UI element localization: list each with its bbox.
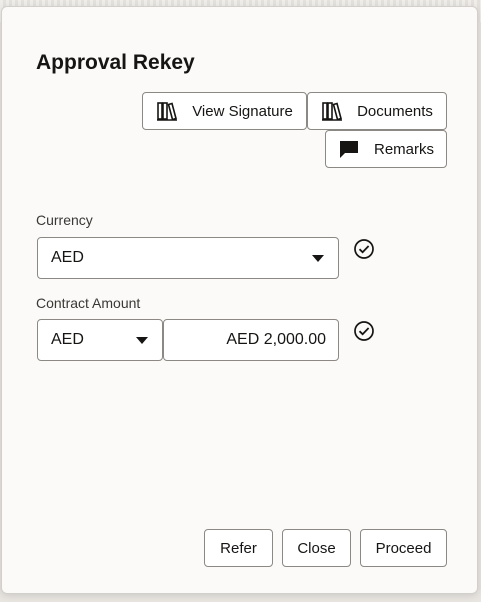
books-icon [156,100,178,122]
refer-button[interactable]: Refer [204,529,273,567]
contract-amount-currency-select[interactable]: AED [37,319,163,361]
caret-down-icon [312,255,324,262]
approval-rekey-dialog: Approval Rekey View Signature Documents [1,6,478,594]
contract-amount-currency-value: AED [51,331,84,348]
remarks-button[interactable]: Remarks [325,130,447,168]
currency-label: Currency [36,212,93,228]
close-button[interactable]: Close [282,529,351,567]
speech-bubble-icon [338,138,360,160]
dialog-title: Approval Rekey [36,51,195,74]
check-circle-icon [354,321,374,341]
proceed-button[interactable]: Proceed [360,529,447,567]
books-icon [321,100,343,122]
check-circle-icon [354,239,374,259]
view-signature-button[interactable]: View Signature [142,92,307,130]
contract-amount-input[interactable] [163,319,339,361]
contract-amount-label: Contract Amount [36,295,141,311]
currency-select[interactable]: AED [37,237,339,279]
documents-button[interactable]: Documents [307,92,447,130]
view-signature-label: View Signature [192,102,293,120]
currency-select-value: AED [51,249,84,266]
documents-label: Documents [357,102,433,120]
caret-down-icon [136,337,148,344]
remarks-label: Remarks [373,140,434,158]
